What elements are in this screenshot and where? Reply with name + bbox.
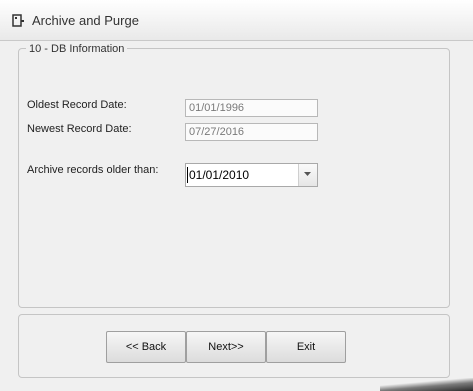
window-title: Archive and Purge bbox=[32, 13, 139, 28]
text-caret bbox=[187, 167, 188, 183]
oldest-record-date-field: 01/01/1996 bbox=[185, 99, 318, 117]
archive-date-value[interactable]: 01/01/2010 bbox=[189, 167, 249, 183]
oldest-record-date-label: Oldest Record Date: bbox=[27, 99, 127, 111]
chevron-down-icon bbox=[304, 172, 311, 176]
exit-button[interactable]: Exit bbox=[266, 331, 346, 363]
title-bar[interactable]: Archive and Purge bbox=[0, 0, 473, 41]
window-corner-shadow bbox=[380, 378, 473, 391]
group-legend: 10 - DB Information bbox=[26, 43, 128, 55]
next-button[interactable]: Next>> bbox=[186, 331, 266, 363]
archive-older-than-label: Archive records older than: bbox=[27, 164, 159, 176]
back-button[interactable]: << Back bbox=[106, 331, 186, 363]
date-dropdown-button[interactable] bbox=[298, 164, 317, 186]
newest-record-date-label: Newest Record Date: bbox=[27, 123, 132, 135]
archive-window-icon bbox=[12, 14, 24, 27]
archive-date-picker[interactable]: 01/01/2010 bbox=[185, 163, 318, 187]
newest-record-date-field: 07/27/2016 bbox=[185, 123, 318, 141]
